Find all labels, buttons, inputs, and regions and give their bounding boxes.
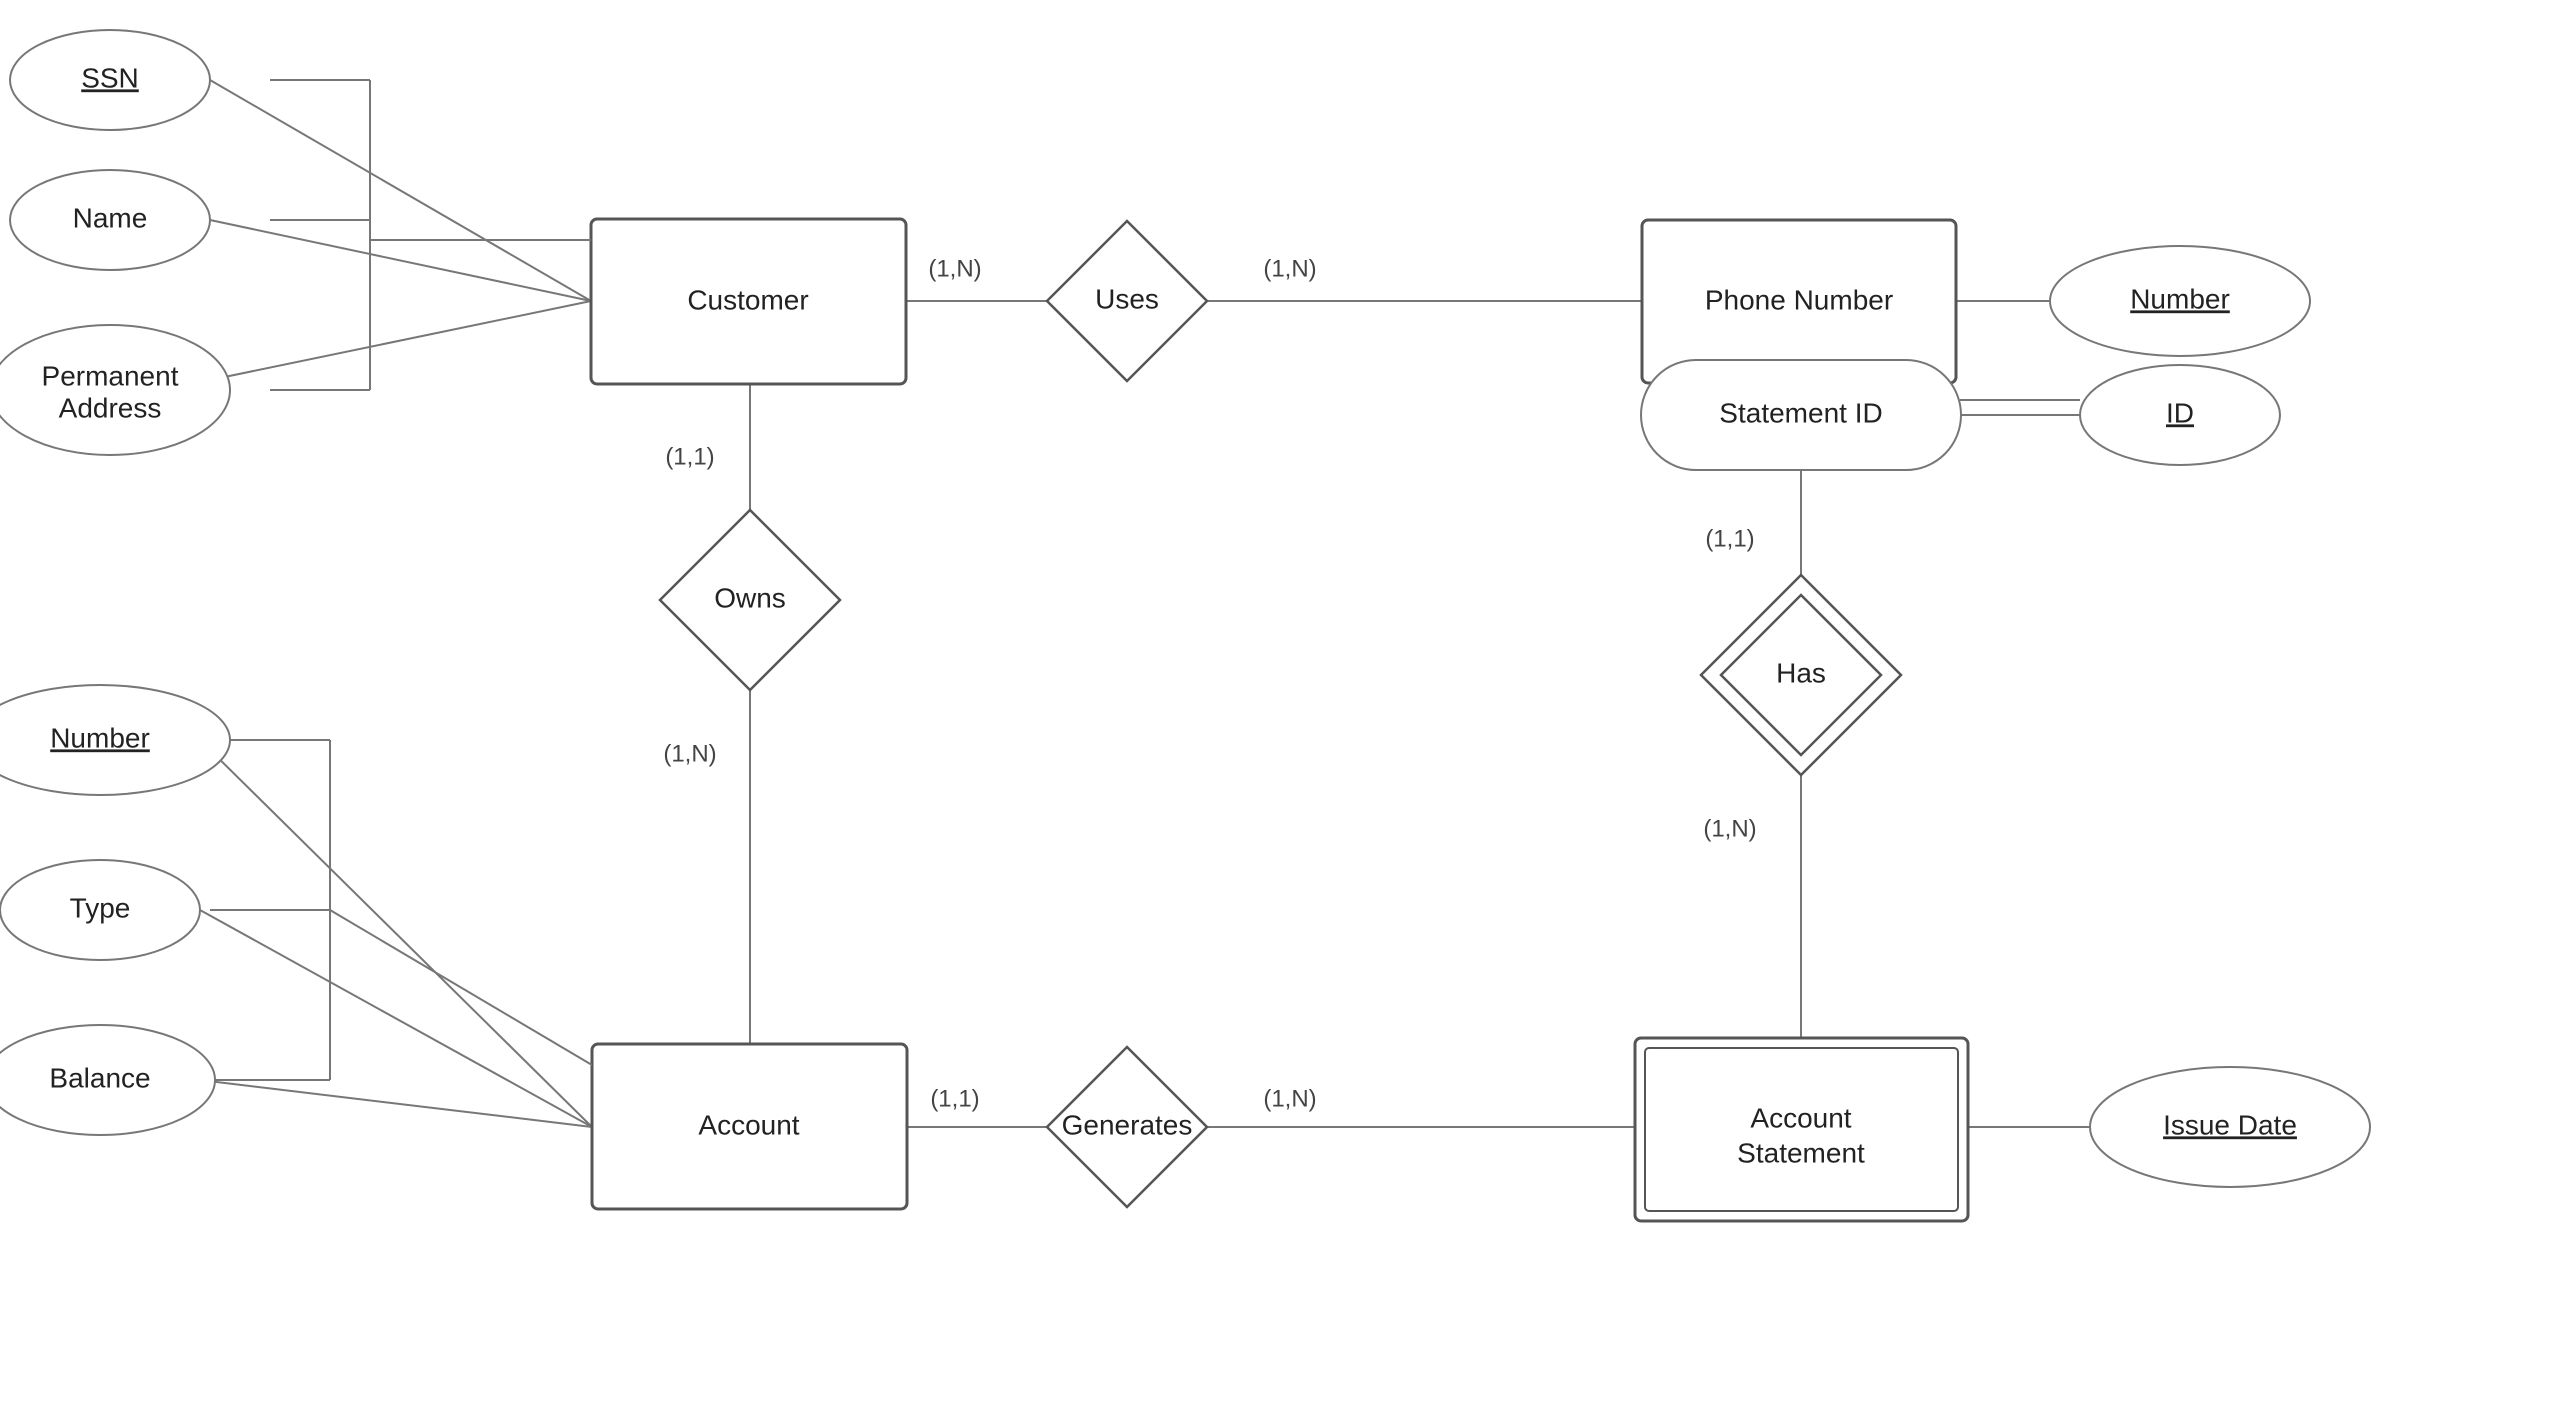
relationship-owns-label: Owns: [714, 582, 786, 613]
entity-account-statement-label2: Statement: [1737, 1137, 1865, 1168]
entity-account-statement-label1: Account: [1750, 1102, 1851, 1133]
entity-phone-number-label: Phone Number: [1705, 284, 1893, 315]
card-customer-owns: (1,1): [665, 443, 714, 470]
card-customer-uses: (1,N): [928, 255, 981, 282]
attribute-phone-number-val-label: Number: [2130, 283, 2230, 314]
line-name-customer: [210, 220, 591, 301]
line-balance-account: [200, 1080, 592, 1127]
connector-acct-to-entity: [330, 910, 592, 1065]
attribute-perm-addr-label1: Permanent: [42, 360, 179, 391]
attribute-statement-id-label: Statement ID: [1719, 397, 1882, 428]
attribute-name-label: Name: [73, 202, 148, 233]
card-generates-statement: (1,N): [1263, 1085, 1316, 1112]
entity-customer-label: Customer: [687, 284, 808, 315]
attribute-issue-date-label: Issue Date: [2163, 1109, 2297, 1140]
line-ssn-customer: [210, 80, 591, 301]
line-address-customer: [210, 301, 591, 380]
entity-account-label: Account: [698, 1109, 799, 1140]
card-has-statement: (1,N): [1703, 815, 1756, 842]
card-statementid-has: (1,1): [1705, 525, 1754, 552]
attribute-perm-addr-label2: Address: [59, 392, 162, 423]
card-owns-account: (1,N): [663, 740, 716, 767]
relationship-has-label: Has: [1776, 657, 1826, 688]
relationship-uses-label: Uses: [1095, 283, 1159, 314]
card-uses-phone: (1,N): [1263, 255, 1316, 282]
attribute-id-label: ID: [2166, 397, 2194, 428]
attribute-type-label: Type: [70, 892, 131, 923]
attribute-balance-label: Balance: [49, 1062, 150, 1093]
line-number-account: [200, 740, 592, 1127]
attribute-account-number-label: Number: [50, 722, 150, 753]
attribute-ssn-label: SSN: [81, 62, 139, 93]
relationship-generates-label: Generates: [1062, 1109, 1193, 1140]
card-account-generates: (1,1): [930, 1085, 979, 1112]
line-type-account: [200, 910, 592, 1127]
